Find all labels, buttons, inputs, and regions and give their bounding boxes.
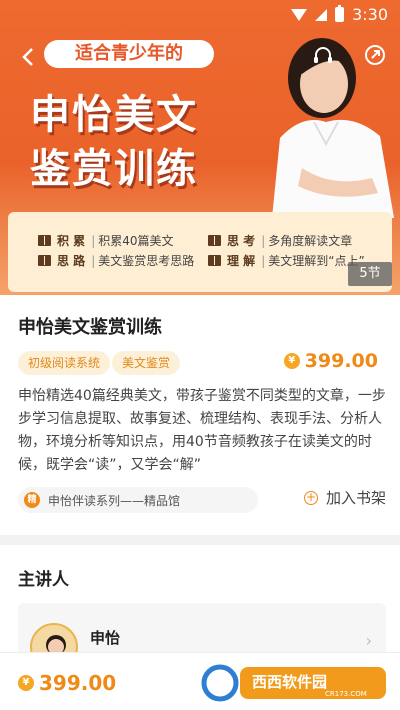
feature-value: 美文鉴赏思考思路 [98,254,195,268]
bottom-purchase-bar: 399.00 西西软件园 CR173.COM [0,652,400,710]
watermark-logo: 西西软件园 CR173.COM [201,664,386,702]
share-button[interactable] [364,44,386,66]
course-description: 申怡精选40篇经典美文，带孩子鉴赏不同类型的文章，一步步学习信息提取、故事复述、… [18,388,386,473]
feature-value: 积累40篇美文 [98,234,174,248]
section-title: 主讲人 [18,570,69,590]
chevron-left-icon [22,48,33,66]
series-link[interactable]: 精 申怡伴读系列——精品馆 [18,487,258,513]
bottom-price-value: 399.00 [39,671,117,695]
feature-key: 思 考 [227,234,256,248]
course-banner: 3:30 适合青少年的 申怡美文 鉴赏训练 积 累 | 积累40篇美文 思 考 … [0,0,400,295]
banner-title-line2: 鉴赏训练 [30,146,198,192]
banner-title-line1: 申怡美文 [30,92,198,138]
svg-text:CR173.COM: CR173.COM [325,690,367,698]
add-to-shelf-button[interactable]: + 加入书架 [303,487,386,508]
book-icon [208,235,221,246]
svg-text:西西软件园: 西西软件园 [252,673,327,691]
chevron-right-icon: › [365,631,372,650]
feature-key: 积 累 [57,234,86,248]
banner-tagline: 适合青少年的 [44,40,214,68]
feature-card: 积 累 | 积累40篇美文 思 考 | 多角度解读文章 思 路 | 美文鉴赏思考… [8,212,392,292]
headphones-button[interactable] [312,44,334,66]
coin-icon [283,353,300,369]
share-icon [365,45,385,65]
course-tag: 美文鉴赏 [112,351,181,375]
back-button[interactable] [18,46,40,68]
lecturer-name: 申怡 [90,629,121,647]
course-tag: 初级阅读系统 [18,351,111,375]
feature-key: 理 解 [227,254,256,268]
book-icon [208,255,221,266]
feature-item: 思 路 | 美文鉴赏思考思路 [38,252,208,269]
lesson-count-badge: 5节 [348,262,392,286]
add-to-shelf-label: 加入书架 [325,489,386,507]
bottom-price: 399.00 [18,671,116,695]
course-price: 399.00 [283,350,378,372]
plus-circle-icon: + [303,489,318,505]
feature-item: 思 考 | 多角度解读文章 [208,232,378,249]
headphones-icon [314,47,332,63]
course-title: 申怡美文鉴赏训练 [18,317,162,338]
feature-value: 多角度解读文章 [268,234,353,248]
feature-item: 积 累 | 积累40篇美文 [38,232,208,249]
course-info-section: 申怡美文鉴赏训练 初级阅读系统 美文鉴赏 399.00 申怡精选40篇经典美文，… [0,295,400,535]
series-name: 申怡伴读系列——精品馆 [48,493,181,508]
book-icon [38,255,51,266]
price-value: 399.00 [304,350,378,372]
series-badge: 精 [24,492,40,508]
coin-icon [18,675,34,691]
book-icon [38,235,51,246]
feature-key: 思 路 [57,254,86,268]
